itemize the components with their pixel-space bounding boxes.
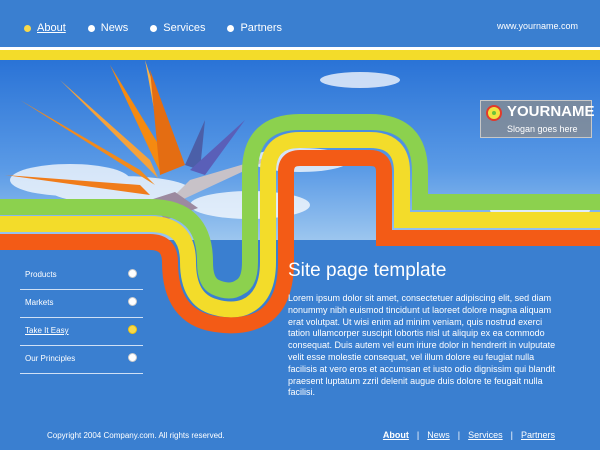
circle-bullet-icon (128, 325, 137, 334)
header-stripe-yellow (0, 50, 600, 60)
nav-item-partners[interactable]: Partners (227, 22, 282, 34)
sidebar-item-products[interactable]: Products (20, 262, 143, 290)
top-navigation: About News Services Partners www.yournam… (0, 0, 600, 52)
logo-slogan: Slogan goes here (507, 124, 578, 134)
nav-item-label: Partners (240, 22, 283, 34)
site-logo[interactable]: YOURNAME Slogan goes here (480, 100, 595, 138)
ring-logo-icon (486, 105, 502, 121)
circle-bullet-icon (128, 297, 137, 306)
nav-item-label: About (37, 22, 66, 34)
footer-separator: | (457, 430, 461, 440)
circle-bullet-icon (128, 269, 137, 278)
nav-item-label: Services (163, 22, 206, 34)
sidebar-item-markets[interactable]: Markets (20, 290, 143, 318)
sidebar-item-take-it-easy[interactable]: Take It Easy (20, 318, 143, 346)
logo-name: YOURNAME (507, 103, 595, 120)
footer-link-services[interactable]: Services (468, 430, 503, 440)
sidebar-item-label: Take It Easy (25, 326, 69, 335)
footer-link-about[interactable]: About (383, 430, 409, 440)
sidebar-item-label: Our Principles (25, 354, 76, 363)
circle-bullet-icon (24, 24, 31, 32)
nav-item-about[interactable]: About (24, 22, 66, 34)
footer-separator: | (510, 430, 513, 440)
nav-item-services[interactable]: Services (150, 22, 205, 34)
sidebar-item-label: Products (25, 270, 57, 279)
site-url[interactable]: www.yourname.com (497, 21, 578, 31)
page-body-text: Lorem ipsum dolor sit amet, consectetuer… (288, 293, 556, 398)
circle-bullet-icon (128, 353, 137, 362)
nav-item-news[interactable]: News (87, 22, 129, 34)
nav-item-label: News (100, 22, 129, 34)
circle-bullet-icon (227, 24, 235, 32)
page-title: Site page template (288, 260, 447, 281)
footer-link-news[interactable]: News (427, 430, 450, 440)
sidebar-menu: Products Markets Take It Easy Our Princi… (20, 262, 143, 374)
circle-bullet-icon (150, 24, 158, 32)
footer-link-partners[interactable]: Partners (521, 430, 555, 440)
footer-separator: | (416, 430, 420, 440)
footer-copyright: Copyright 2004 Company.com. All rights r… (47, 431, 225, 440)
sidebar-item-label: Markets (25, 298, 54, 307)
footer-links: About | News | Services | Partners (383, 430, 555, 440)
circle-bullet-icon (87, 24, 95, 32)
sidebar-item-our-principles[interactable]: Our Principles (20, 346, 143, 374)
